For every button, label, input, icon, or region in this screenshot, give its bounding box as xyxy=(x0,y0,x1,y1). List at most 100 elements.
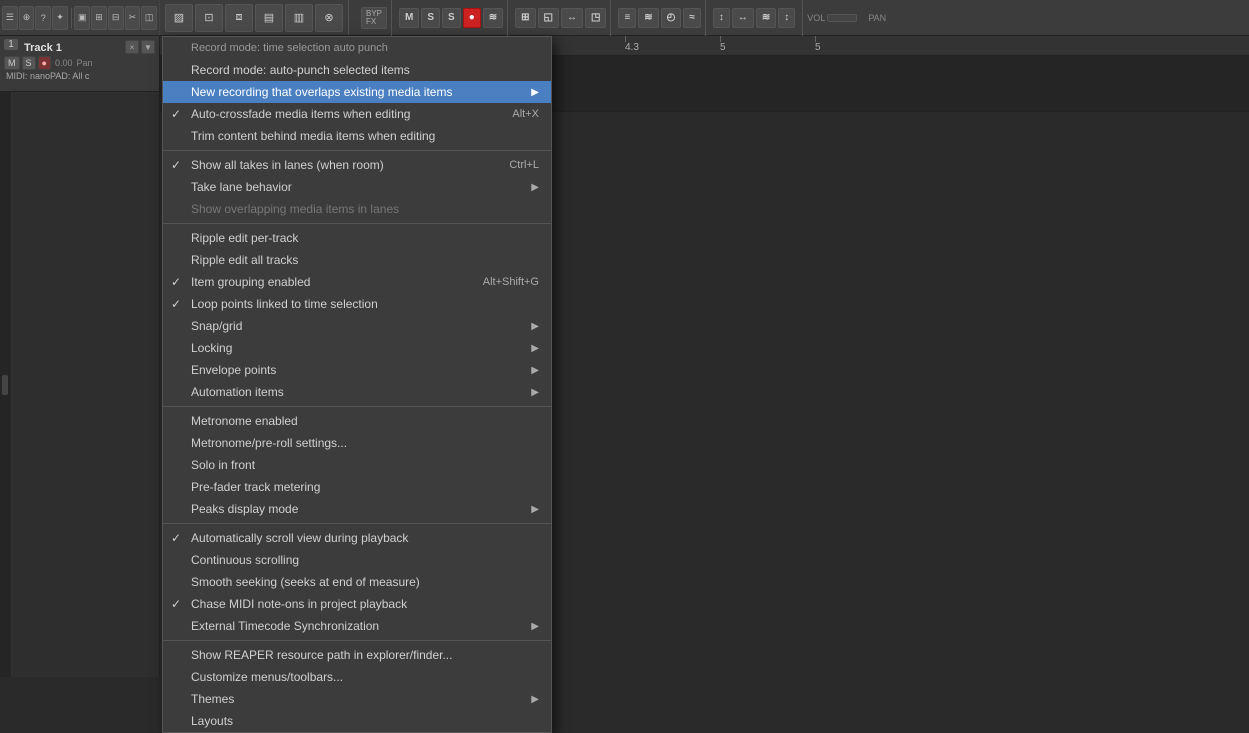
menu-label: Record mode: auto-punch selected items xyxy=(191,63,410,77)
menu-separator-3 xyxy=(163,406,551,407)
menu-item-continuous-scrolling[interactable]: Continuous scrolling xyxy=(163,549,551,571)
menu-item-layouts[interactable]: Layouts xyxy=(163,710,551,732)
menu-shortcut: Alt+Shift+G xyxy=(483,276,539,288)
mss-group: M S S ● ≋ xyxy=(395,0,508,36)
menu-item-automation-items[interactable]: Automation items ▶ xyxy=(163,381,551,403)
vol-slider[interactable] xyxy=(827,14,857,22)
menu-item-smooth-seeking[interactable]: Smooth seeking (seeks at end of measure) xyxy=(163,571,551,593)
check-icon: ✓ xyxy=(171,275,181,289)
toolbar-btn-2[interactable]: ⊡ xyxy=(195,4,223,32)
tool-2[interactable]: ⊞ xyxy=(91,6,107,30)
submenu-arrow-icon: ▶ xyxy=(531,182,539,193)
menu-shortcut: Alt+X xyxy=(512,108,539,120)
menu-label: Ripple edit per-track xyxy=(191,231,298,245)
menu-item-ripple-per-track[interactable]: Ripple edit per-track xyxy=(163,227,551,249)
pb-btn-1[interactable]: ≡ xyxy=(618,8,636,28)
menu-separator-2 xyxy=(163,223,551,224)
submenu-arrow-icon: ▶ xyxy=(531,387,539,398)
settings-icon[interactable]: ✦ xyxy=(52,6,68,30)
misc-btn-4[interactable]: ↕ xyxy=(778,8,795,28)
submenu-arrow-icon: ▶ xyxy=(531,694,539,705)
byp-fx-group: BYPFX xyxy=(357,0,392,36)
menu-item-metronome[interactable]: Metronome enabled xyxy=(163,410,551,432)
menu-item-solo-front[interactable]: Solo in front xyxy=(163,454,551,476)
toolbar-btn-1[interactable]: ▨ xyxy=(165,4,193,32)
menu-label: Customize menus/toolbars... xyxy=(191,670,343,684)
vol-area: VOL xyxy=(802,0,861,36)
misc-btn-3[interactable]: ≋ xyxy=(756,8,776,28)
menu-label: Record mode: time selection auto punch xyxy=(191,42,388,54)
mon-btn-2[interactable]: ◱ xyxy=(538,8,559,28)
menu-icon[interactable]: ☰ xyxy=(2,6,18,30)
check-icon: ✓ xyxy=(171,597,181,611)
check-icon: ✓ xyxy=(171,107,181,121)
pb-btn-3[interactable]: ◴ xyxy=(661,8,682,28)
toolbar-btn-6[interactable]: ⊗ xyxy=(315,4,343,32)
menu-item-record-mode[interactable]: Record mode: time selection auto punch xyxy=(163,37,551,59)
playback-group: ≡ ≋ ◴ ≈ xyxy=(614,0,705,36)
menu-item-show-all-takes[interactable]: ✓ Show all takes in lanes (when room) Ct… xyxy=(163,154,551,176)
submenu-arrow-icon: ▶ xyxy=(531,321,539,332)
menu-item-chase-midi[interactable]: ✓ Chase MIDI note-ons in project playbac… xyxy=(163,593,551,615)
submenu-arrow-icon: ▶ xyxy=(531,343,539,354)
menu-label: New recording that overlaps existing med… xyxy=(191,85,452,99)
menu-item-metronome-settings[interactable]: Metronome/pre-roll settings... xyxy=(163,432,551,454)
dropdown-overlay: Record mode: time selection auto punch R… xyxy=(0,36,1249,677)
menu-item-themes[interactable]: Themes ▶ xyxy=(163,688,551,710)
tool-select[interactable]: ▣ xyxy=(74,6,90,30)
menu-item-customize-menus[interactable]: Customize menus/toolbars... xyxy=(163,666,551,688)
menu-label: Loop points linked to time selection xyxy=(191,297,378,311)
menu-item-take-lane[interactable]: Take lane behavior ▶ xyxy=(163,176,551,198)
menu-item-snap-grid[interactable]: Snap/grid ▶ xyxy=(163,315,551,337)
menu-item-auto-crossfade[interactable]: ✓ Auto-crossfade media items when editin… xyxy=(163,103,551,125)
submenu-arrow-icon: ▶ xyxy=(531,365,539,376)
toolbar-btn-4[interactable]: ▤ xyxy=(255,4,283,32)
misc-btn-1[interactable]: ↕ xyxy=(713,8,730,28)
menu-label: Metronome/pre-roll settings... xyxy=(191,436,347,450)
menu-label: Show REAPER resource path in explorer/fi… xyxy=(191,648,452,662)
menu-item-auto-scroll[interactable]: ✓ Automatically scroll view during playb… xyxy=(163,527,551,549)
menu-label: Ripple edit all tracks xyxy=(191,253,298,267)
menu-item-show-reaper-path[interactable]: Show REAPER resource path in explorer/fi… xyxy=(163,644,551,666)
check-icon: ✓ xyxy=(171,531,181,545)
menu-item-external-tc[interactable]: External Timecode Synchronization ▶ xyxy=(163,615,551,637)
toolbar-btn-3[interactable]: ⧈ xyxy=(225,4,253,32)
menu-item-peaks-mode[interactable]: Peaks display mode ▶ xyxy=(163,498,551,520)
menu-item-locking[interactable]: Locking ▶ xyxy=(163,337,551,359)
add-icon[interactable]: ⊕ xyxy=(19,6,35,30)
menu-label: Snap/grid xyxy=(191,319,242,333)
menu-item-item-grouping[interactable]: ✓ Item grouping enabled Alt+Shift+G xyxy=(163,271,551,293)
rec-button[interactable]: ● xyxy=(463,8,481,28)
tool-4[interactable]: ✂ xyxy=(125,6,141,30)
submenu-arrow-icon: ▶ xyxy=(531,504,539,515)
pb-btn-4[interactable]: ≈ xyxy=(683,8,701,28)
menu-item-trim-content[interactable]: Trim content behind media items when edi… xyxy=(163,125,551,147)
pan-label: PAN xyxy=(868,13,886,23)
m-button[interactable]: M xyxy=(399,8,419,28)
toolbar-btn-5[interactable]: ▥ xyxy=(285,4,313,32)
toolbar-section-1: ▨ ⊡ ⧈ ▤ ▥ ⊗ xyxy=(160,0,349,35)
menu-item-envelope-points[interactable]: Envelope points ▶ xyxy=(163,359,551,381)
transport-area: BYPFX M S S ● ≋ ⊞ ◱ ↔ ◳ ≡ ≋ ◴ ≈ ↕ ↔ ≋ ↕ xyxy=(357,0,890,36)
tool-3[interactable]: ⊟ xyxy=(108,6,124,30)
tool-5[interactable]: ◫ xyxy=(141,6,157,30)
s-button[interactable]: S xyxy=(421,8,440,28)
wave-button[interactable]: ≋ xyxy=(483,8,503,28)
menu-label: Layouts xyxy=(191,714,233,728)
menu-item-loop-points[interactable]: ✓ Loop points linked to time selection xyxy=(163,293,551,315)
monitor-group: ⊞ ◱ ↔ ◳ xyxy=(511,0,611,36)
s2-button[interactable]: S xyxy=(442,8,461,28)
menu-item-record-mode-punch[interactable]: Record mode: auto-punch selected items xyxy=(163,59,551,81)
mon-btn-3[interactable]: ↔ xyxy=(561,8,583,28)
menu-item-show-overlapping[interactable]: Show overlapping media items in lanes xyxy=(163,198,551,220)
top-left-toolbar: ☰ ⊕ ? ✦ ▣ ⊞ ⊟ ✂ ◫ xyxy=(0,0,160,36)
menu-item-ripple-all[interactable]: Ripple edit all tracks xyxy=(163,249,551,271)
menu-item-new-recording[interactable]: New recording that overlaps existing med… xyxy=(163,81,551,103)
mon-btn-1[interactable]: ⊞ xyxy=(515,8,535,28)
mon-btn-4[interactable]: ◳ xyxy=(585,8,606,28)
byp-button[interactable]: BYPFX xyxy=(361,7,387,29)
menu-item-pre-fader[interactable]: Pre-fader track metering xyxy=(163,476,551,498)
misc-btn-2[interactable]: ↔ xyxy=(732,8,754,28)
pb-btn-2[interactable]: ≋ xyxy=(638,8,658,28)
help-icon[interactable]: ? xyxy=(35,6,51,30)
